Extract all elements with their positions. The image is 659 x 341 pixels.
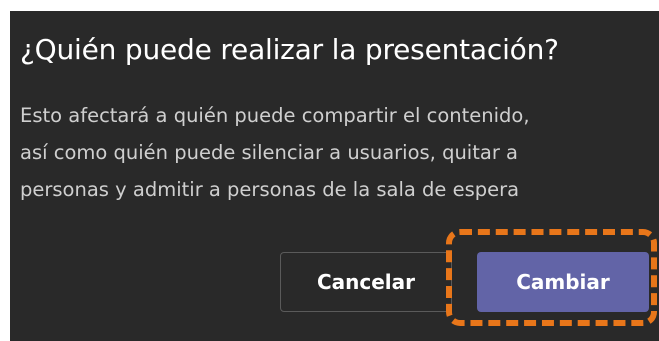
dialog-description-line: así como quién puede silenciar a usuario… [20,141,518,164]
change-button[interactable]: Cambiar [477,252,649,312]
dialog-title: ¿Quién puede realizar la presentación? [20,33,559,66]
presenter-dialog: ¿Quién puede realizar la presentación? E… [10,11,659,341]
cancel-button[interactable]: Cancelar [280,252,452,312]
dialog-description-line: personas y admitir a personas de la sala… [20,178,520,201]
dialog-description-line: Esto afectará a quién puede compartir el… [20,104,530,127]
dialog-description: Esto afectará a quién puede compartir el… [20,97,650,208]
